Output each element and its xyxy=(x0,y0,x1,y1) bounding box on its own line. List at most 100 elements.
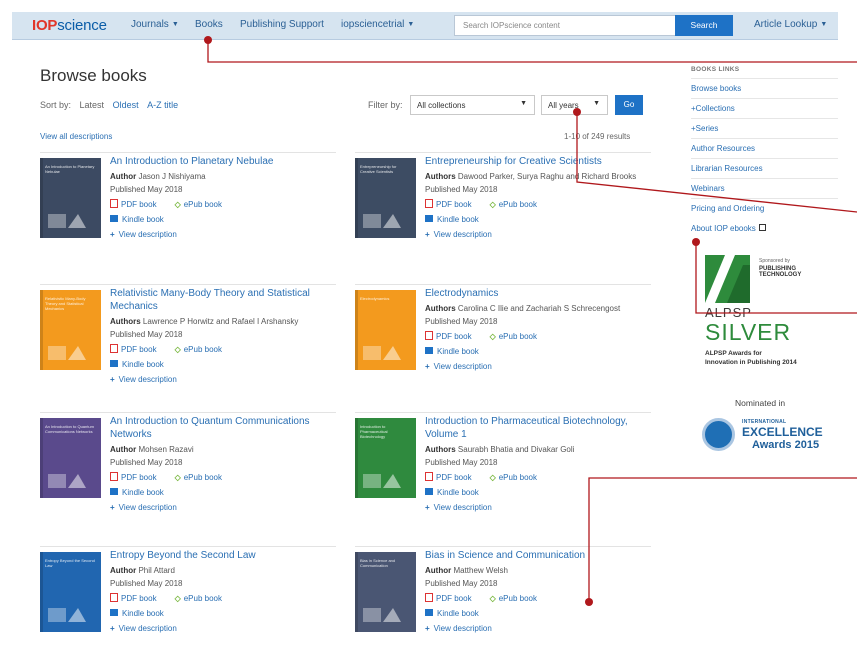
book-published-date: Published May 2018 xyxy=(425,185,498,194)
kindle-icon xyxy=(110,609,118,616)
pdf-book-link[interactable]: PDF book xyxy=(425,198,472,211)
kindle-book-link[interactable]: Kindle book xyxy=(110,607,164,620)
pdf-book-link[interactable]: PDF book xyxy=(425,330,472,343)
view-description-link[interactable]: + View description xyxy=(110,228,177,241)
book-title-link[interactable]: An Introduction to Planetary Nebulae xyxy=(110,155,330,168)
epub-book-link[interactable]: ◇ ePub book xyxy=(472,592,537,605)
kindle-book-link[interactable]: Kindle book xyxy=(425,486,479,499)
view-description-link[interactable]: + View description xyxy=(425,501,492,514)
nav-account[interactable]: iopsciencetrial ▼ xyxy=(341,19,414,30)
book-title-link[interactable]: Electrodynamics xyxy=(425,287,645,300)
kindle-book-link[interactable]: Kindle book xyxy=(425,213,479,226)
book-cover[interactable]: Entrepreneurship for Creative Scientists xyxy=(355,158,416,238)
sort-latest-link[interactable]: Latest xyxy=(80,100,105,110)
kindle-row: Kindle book xyxy=(425,213,645,226)
kindle-book-link[interactable]: Kindle book xyxy=(425,607,479,620)
pdf-book-link[interactable]: PDF book xyxy=(110,198,157,211)
book-cover[interactable]: An Introduction to Quantum Communication… xyxy=(40,418,101,498)
kindle-book-link[interactable]: Kindle book xyxy=(110,358,164,371)
epub-book-link[interactable]: ◇ ePub book xyxy=(157,471,222,484)
book-formats: PDF book ◇ ePub book xyxy=(425,471,645,484)
pdf-icon xyxy=(110,344,118,353)
plus-icon: + xyxy=(425,503,430,512)
kindle-book-link[interactable]: Kindle book xyxy=(110,213,164,226)
collection-select[interactable]: All collections ▼ xyxy=(410,95,535,115)
book-title-link[interactable]: Bias in Science and Communication xyxy=(425,549,645,562)
book-authors: Author Matthew Welsh xyxy=(425,566,508,575)
alpsp-award-badge: Sponsored by PUBLISHING TECHNOLOGY ALPSP… xyxy=(705,255,829,375)
nav-publishing-support[interactable]: Publishing Support xyxy=(240,19,324,30)
epub-icon: ◇ xyxy=(489,332,496,341)
sidebar-title: BOOKS LINKS xyxy=(691,66,740,73)
epub-book-link[interactable]: ◇ ePub book xyxy=(157,198,222,211)
pdf-book-link[interactable]: PDF book xyxy=(425,592,472,605)
book-cover[interactable]: Introduction to Pharmaceutical Biotechno… xyxy=(355,418,416,498)
sidebar-link[interactable]: +Series xyxy=(691,118,838,138)
sort-az-link[interactable]: A-Z title xyxy=(147,100,178,110)
epub-book-link[interactable]: ◇ ePub book xyxy=(157,343,222,356)
view-all-descriptions-link[interactable]: View all descriptions xyxy=(40,132,112,141)
sidebar-link[interactable]: +Collections xyxy=(691,98,838,118)
pdf-book-link[interactable]: PDF book xyxy=(110,592,157,605)
excellence-award-badge: INTERNATIONAL EXCELLENCE Awards 2015 xyxy=(702,416,830,456)
book-cover[interactable]: Relativistic Many-Body Theory and Statis… xyxy=(40,290,101,370)
epub-book-link[interactable]: ◇ ePub book xyxy=(472,330,537,343)
book-cover[interactable]: Entropy Beyond the Second Law xyxy=(40,552,101,632)
results-count: 1-10 of 249 results xyxy=(564,132,631,141)
book-title-link[interactable]: Entropy Beyond the Second Law xyxy=(110,549,330,562)
sidebar-link[interactable]: Webinars xyxy=(691,178,838,198)
view-description-link[interactable]: + View description xyxy=(425,622,492,635)
plus-icon: + xyxy=(110,624,115,633)
book-title-link[interactable]: Introduction to Pharmaceutical Biotechno… xyxy=(425,415,645,441)
view-description-link[interactable]: + View description xyxy=(110,622,177,635)
book-cover[interactable]: Electrodynamics xyxy=(355,290,416,370)
nav-journals[interactable]: Journals ▼ xyxy=(131,19,179,30)
view-description-link[interactable]: + View description xyxy=(110,501,177,514)
book-info: Entrepreneurship for Creative Scientists… xyxy=(425,155,645,241)
kindle-row: Kindle book xyxy=(110,607,330,620)
epub-icon: ◇ xyxy=(174,345,181,354)
sort-oldest-link[interactable]: Oldest xyxy=(113,100,139,110)
epub-icon: ◇ xyxy=(489,473,496,482)
pdf-icon xyxy=(110,199,118,208)
publishing-technology-logo: PUBLISHING TECHNOLOGY xyxy=(759,266,802,278)
pdf-icon xyxy=(110,593,118,602)
sidebar-link[interactable]: Browse books xyxy=(691,78,838,98)
kindle-book-link[interactable]: Kindle book xyxy=(110,486,164,499)
description-row: + View description xyxy=(110,228,330,241)
sidebar-link[interactable]: Librarian Resources xyxy=(691,158,838,178)
top-navbar: IOPscience Journals ▼ Books Publishing Su… xyxy=(12,12,838,40)
book-info: Entropy Beyond the Second Law Author Phil… xyxy=(110,549,330,635)
search-input[interactable]: Search IOPscience content xyxy=(454,15,686,36)
view-description-link[interactable]: + View description xyxy=(425,360,492,373)
book-title-link[interactable]: Relativistic Many-Body Theory and Statis… xyxy=(110,287,330,313)
book-title-link[interactable]: An Introduction to Quantum Communication… xyxy=(110,415,330,441)
about-iop-ebooks-link[interactable]: About IOP ebooks xyxy=(691,224,766,233)
view-description-link[interactable]: + View description xyxy=(110,373,177,386)
article-lookup-menu[interactable]: Article Lookup ▼ xyxy=(754,19,827,30)
go-button[interactable]: Go xyxy=(615,95,643,115)
plus-icon: + xyxy=(425,362,430,371)
book-formats: PDF book ◇ ePub book xyxy=(110,592,330,605)
view-description-link[interactable]: + View description xyxy=(425,228,492,241)
years-select[interactable]: All years ▼ xyxy=(541,95,608,115)
nav-books[interactable]: Books xyxy=(195,19,223,30)
search-button[interactable]: Search xyxy=(675,15,733,36)
book-cover[interactable]: An Introduction to Planetary Nebulae xyxy=(40,158,101,238)
book-title-link[interactable]: Entrepreneurship for Creative Scientists xyxy=(425,155,645,168)
epub-book-link[interactable]: ◇ ePub book xyxy=(157,592,222,605)
epub-book-link[interactable]: ◇ ePub book xyxy=(472,198,537,211)
iopscience-logo[interactable]: IOPscience xyxy=(32,17,107,34)
book-info: Relativistic Many-Body Theory and Statis… xyxy=(110,287,330,386)
epub-book-link[interactable]: ◇ ePub book xyxy=(472,471,537,484)
book-cover[interactable]: Bias in Science and Communication xyxy=(355,552,416,632)
pdf-book-link[interactable]: PDF book xyxy=(110,343,157,356)
kindle-book-link[interactable]: Kindle book xyxy=(425,345,479,358)
sidebar-link[interactable]: Author Resources xyxy=(691,138,838,158)
sidebar-link[interactable]: Pricing and Ordering xyxy=(691,198,838,218)
description-row: + View description xyxy=(425,622,645,635)
description-row: + View description xyxy=(110,373,330,386)
pdf-book-link[interactable]: PDF book xyxy=(110,471,157,484)
book-authors: Authors Saurabh Bhatia and Divakar Goli xyxy=(425,445,575,454)
pdf-book-link[interactable]: PDF book xyxy=(425,471,472,484)
